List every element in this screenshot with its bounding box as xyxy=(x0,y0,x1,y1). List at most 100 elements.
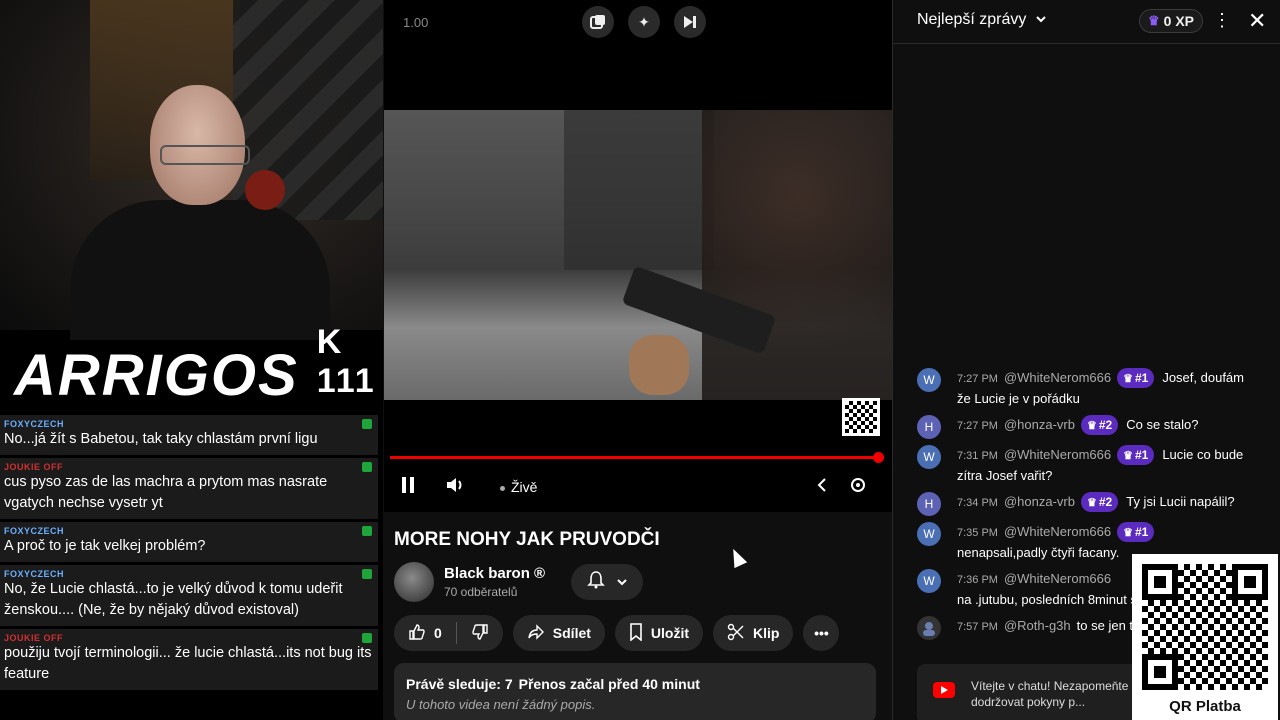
crown-icon: ♛ xyxy=(1148,13,1160,28)
overlay-chat-message: FOXYCZECH No...já žít s Babetou, tak tak… xyxy=(0,415,378,458)
overlay-chat-text: No, že Lucie chlastá...to je velký důvod… xyxy=(4,581,343,618)
overlay-chat-message: JOUKIE OFF použiju tvojí terminologii...… xyxy=(0,629,378,693)
rank-value: #2 xyxy=(1098,418,1113,432)
avatar[interactable]: H xyxy=(917,492,941,516)
live-indicator[interactable]: Živě xyxy=(500,479,537,495)
notification-bell-button[interactable] xyxy=(571,564,643,600)
overlay-chat: FOXYCZECH No...já žít s Babetou, tak tak… xyxy=(0,415,378,693)
streamer-body xyxy=(70,200,330,340)
screen: ARRIGOS K 111 FOXYCZECH No...já žít s Ba… xyxy=(0,0,1280,720)
overlay-chat-message: JOUKIE OFF cus pyso zas de las machra a … xyxy=(0,458,378,522)
avatar[interactable] xyxy=(917,616,941,640)
rank-badge: ♛ #1 xyxy=(1117,522,1155,542)
chat-mode-label: Nejlepší zprávy xyxy=(917,11,1027,28)
chat-mode-selector[interactable]: Nejlepší zprávy xyxy=(917,11,1047,29)
video-actions: 0 Sdílet Uložit Klip ••• xyxy=(394,615,840,651)
miniplayer-icon[interactable] xyxy=(582,6,614,38)
crown-icon: ♛ xyxy=(1123,450,1133,462)
crown-icon: ♛ xyxy=(1123,373,1133,385)
qr-finder xyxy=(1142,564,1178,600)
stream-logo: ARRIGOS K 111 xyxy=(14,323,374,408)
thumbs-down-icon[interactable] xyxy=(471,623,489,644)
more-vertical-icon[interactable]: ⋮ xyxy=(1213,10,1231,31)
save-button[interactable]: Uložit xyxy=(614,615,704,651)
scissors-icon xyxy=(727,623,745,644)
avatar[interactable]: W xyxy=(917,522,941,546)
channel-avatar[interactable] xyxy=(394,562,434,602)
like-count[interactable]: 0 xyxy=(434,625,442,641)
glasses xyxy=(160,145,250,165)
xp-badge[interactable]: ♛ 0 XP xyxy=(1139,9,1204,33)
logo-main: ARRIGOS xyxy=(14,343,299,408)
overlay-chat-text: použiju tvojí terminologii... že lucie c… xyxy=(4,645,372,682)
overlay-chat-user: FOXYCZECH xyxy=(4,526,65,536)
game-footage xyxy=(384,110,892,400)
message-text: Ty jsi Lucii napálil? xyxy=(1126,494,1235,509)
avatar[interactable]: W xyxy=(917,569,941,593)
more-horizontal-icon: ••• xyxy=(814,625,829,641)
message-author[interactable]: @honza-vrb xyxy=(1004,494,1075,509)
overlay-chat-message: FOXYCZECH No, že Lucie chlastá...to je v… xyxy=(0,565,378,629)
crown-icon: ♛ xyxy=(1123,527,1133,539)
rank-value: #1 xyxy=(1134,371,1149,385)
overlay-chat-message: FOXYCZECH A proč to je tak velkej problé… xyxy=(0,522,378,565)
sparkle-icon[interactable]: ✦ xyxy=(628,6,660,38)
message-author[interactable]: @Roth-g3h xyxy=(1004,618,1071,633)
avatar[interactable]: H xyxy=(917,415,941,439)
youtube-icon xyxy=(933,682,955,698)
chevron-down-icon xyxy=(1035,13,1047,27)
progress-knob[interactable] xyxy=(873,452,884,463)
message-author[interactable]: @WhiteNerom666 xyxy=(1004,370,1111,385)
rank-badge: ♛ #2 xyxy=(1080,415,1119,435)
channel-name[interactable]: Black baron ® xyxy=(444,565,545,582)
settings-gear-icon[interactable] xyxy=(849,476,867,499)
more-actions-button[interactable]: ••• xyxy=(803,615,840,651)
qr-finder xyxy=(1142,654,1178,690)
share-button[interactable]: Sdílet xyxy=(512,615,605,651)
background-plant xyxy=(245,170,285,210)
chevron-left-icon[interactable] xyxy=(816,476,828,499)
rank-value: #1 xyxy=(1134,525,1149,539)
stream-started: Přenos začal před 40 minut xyxy=(518,676,700,692)
video-player[interactable]: 1.00 ✦ Živě xyxy=(384,0,892,512)
player-top-buttons: ✦ xyxy=(582,6,706,38)
player-controls: Živě xyxy=(384,472,892,502)
thumbs-up-icon[interactable] xyxy=(408,623,426,644)
message-time: 7:27 PM xyxy=(957,420,998,432)
playback-speed: 1.00 xyxy=(403,15,429,30)
skip-next-icon[interactable] xyxy=(674,6,706,38)
rank-badge: ♛ #1 xyxy=(1117,368,1155,388)
stream-overlay: ARRIGOS K 111 FOXYCZECH No...já žít s Ba… xyxy=(0,0,383,720)
overlay-chat-user: JOUKIE OFF xyxy=(4,633,64,643)
message-author[interactable]: @WhiteNerom666 xyxy=(1004,524,1111,539)
channel-info[interactable]: Black baron ® 70 odběratelů xyxy=(394,562,545,602)
qr-code xyxy=(1142,564,1268,690)
message-author[interactable]: @honza-vrb xyxy=(1004,417,1075,432)
video-title: MORE NOHY JAK PRUVODČI xyxy=(394,529,660,550)
overlay-chat-text: cus pyso zas de las machra a prytom mas … xyxy=(4,474,328,511)
watch-area: 1.00 ✦ Živě MORE NOHY JAK PRUVODČI Black… xyxy=(384,0,892,720)
rank-value: #1 xyxy=(1134,448,1149,462)
game-cabin xyxy=(564,110,714,270)
message-author[interactable]: @WhiteNerom666 xyxy=(1004,571,1111,586)
live-label: Živě xyxy=(511,479,538,495)
platform-badge-icon xyxy=(362,462,372,472)
share-icon xyxy=(527,623,545,643)
webcam-feed xyxy=(0,0,383,340)
pause-icon[interactable] xyxy=(400,476,416,499)
avatar[interactable]: W xyxy=(917,368,941,392)
avatar[interactable]: W xyxy=(917,445,941,469)
close-icon[interactable]: ✕ xyxy=(1248,8,1266,34)
platform-badge-icon xyxy=(362,419,372,429)
volume-icon[interactable] xyxy=(446,476,466,499)
message-time: 7:34 PM xyxy=(957,497,998,509)
chat-message: H 7:27 PM @honza-vrb ♛ #2 Co se stalo? xyxy=(917,415,1247,439)
clip-button[interactable]: Klip xyxy=(713,615,794,651)
message-time: 7:31 PM xyxy=(957,450,998,462)
progress-bar[interactable] xyxy=(390,452,884,463)
overlay-chat-text: No...já žít s Babetou, tak taky chlastám… xyxy=(4,431,318,447)
description-box[interactable]: Právě sleduje: 7 Přenos začal před 40 min… xyxy=(394,663,876,720)
rank-badge: ♛ #1 xyxy=(1117,445,1155,465)
message-author[interactable]: @WhiteNerom666 xyxy=(1004,447,1111,462)
bell-icon xyxy=(586,570,606,594)
